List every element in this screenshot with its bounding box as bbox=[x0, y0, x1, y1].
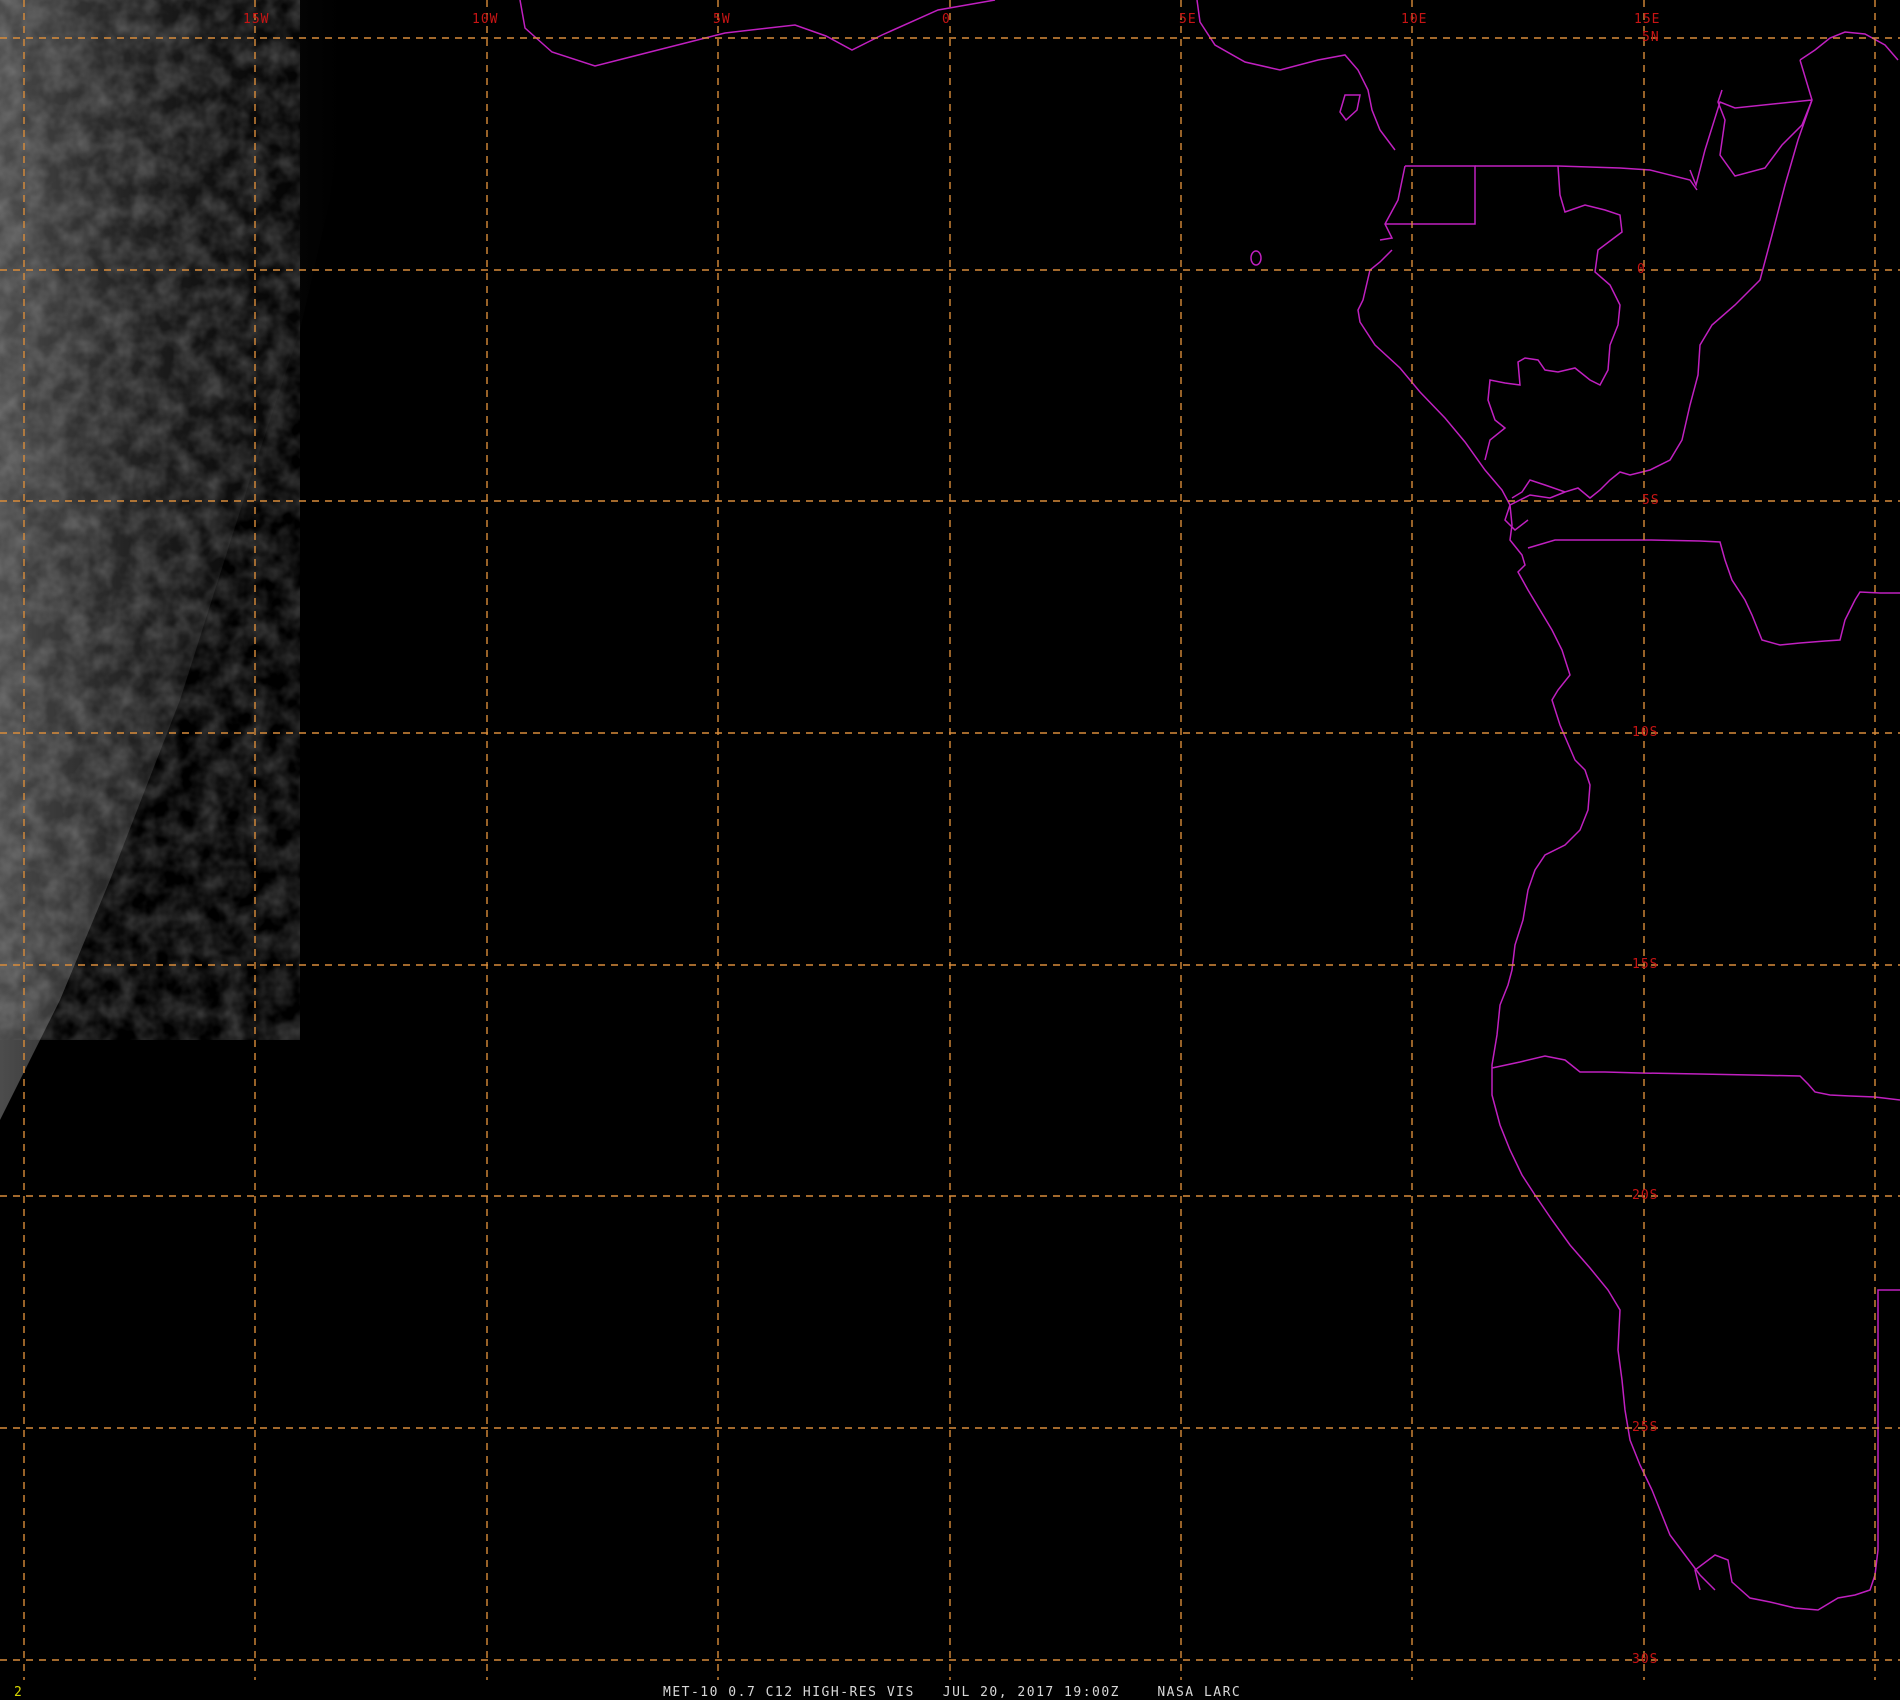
border-gabon-interior bbox=[1484, 165, 1623, 461]
lat-label-25s: 25S bbox=[1632, 1420, 1658, 1435]
coastline-gabon-congo bbox=[1357, 249, 1511, 506]
lat-label-30s: 30S bbox=[1632, 1652, 1658, 1667]
lat-label-0: 0 bbox=[1637, 262, 1646, 277]
lon-label-10e: 10E bbox=[1401, 12, 1427, 27]
image-caption: MET-10 0.7 C12 HIGH-RES VIS JUL 20, 2017… bbox=[663, 1685, 1241, 1700]
frame-number: 2 bbox=[14, 1685, 23, 1700]
lon-label-5w: 5W bbox=[713, 12, 731, 27]
latitude-labels: 5N 0 5S 10S 15S 20S 25S 30S bbox=[1632, 30, 1660, 1667]
lon-label-0: 0 bbox=[942, 12, 951, 27]
border-angola-namibia bbox=[1491, 1055, 1900, 1101]
longitude-labels: 15W 10W 5W 0 5E 10E 15E bbox=[243, 12, 1660, 27]
satellite-imagery bbox=[0, 0, 360, 1120]
border-angola-drc-south bbox=[1527, 539, 1900, 646]
border-cameroon-gabon bbox=[1475, 165, 1698, 191]
coastline-gulf-of-guinea bbox=[519, 0, 996, 67]
coastline-angola-namibia-south-africa bbox=[1491, 504, 1716, 1591]
border-equatorial-guinea bbox=[1379, 165, 1476, 241]
lat-label-15s: 15S bbox=[1632, 957, 1658, 972]
lon-label-15w: 15W bbox=[243, 12, 269, 27]
island-sao-tome bbox=[1250, 250, 1262, 266]
lat-label-20s: 20S bbox=[1632, 1188, 1658, 1203]
coastline-nigeria-cameroon bbox=[1196, 0, 1396, 151]
island-bioko bbox=[1339, 94, 1361, 122]
coastline-and-borders bbox=[519, 0, 1900, 1611]
border-namibia-south-africa bbox=[1694, 1289, 1900, 1611]
lon-label-10w: 10W bbox=[472, 12, 498, 27]
border-cabinda bbox=[1504, 491, 1566, 531]
lat-label-10s: 10S bbox=[1632, 725, 1658, 740]
satellite-map: 15W 10W 5W 0 5E 10E 15E 5N 0 5S 10S 15S … bbox=[0, 0, 1900, 1700]
border-congo-drc bbox=[1689, 31, 1899, 188]
lon-label-5e: 5E bbox=[1179, 12, 1197, 27]
border-congo-river bbox=[1511, 99, 1813, 499]
lat-label-5n: 5N bbox=[1642, 30, 1660, 45]
lat-label-5s: 5S bbox=[1642, 493, 1660, 508]
lon-label-15e: 15E bbox=[1634, 12, 1660, 27]
